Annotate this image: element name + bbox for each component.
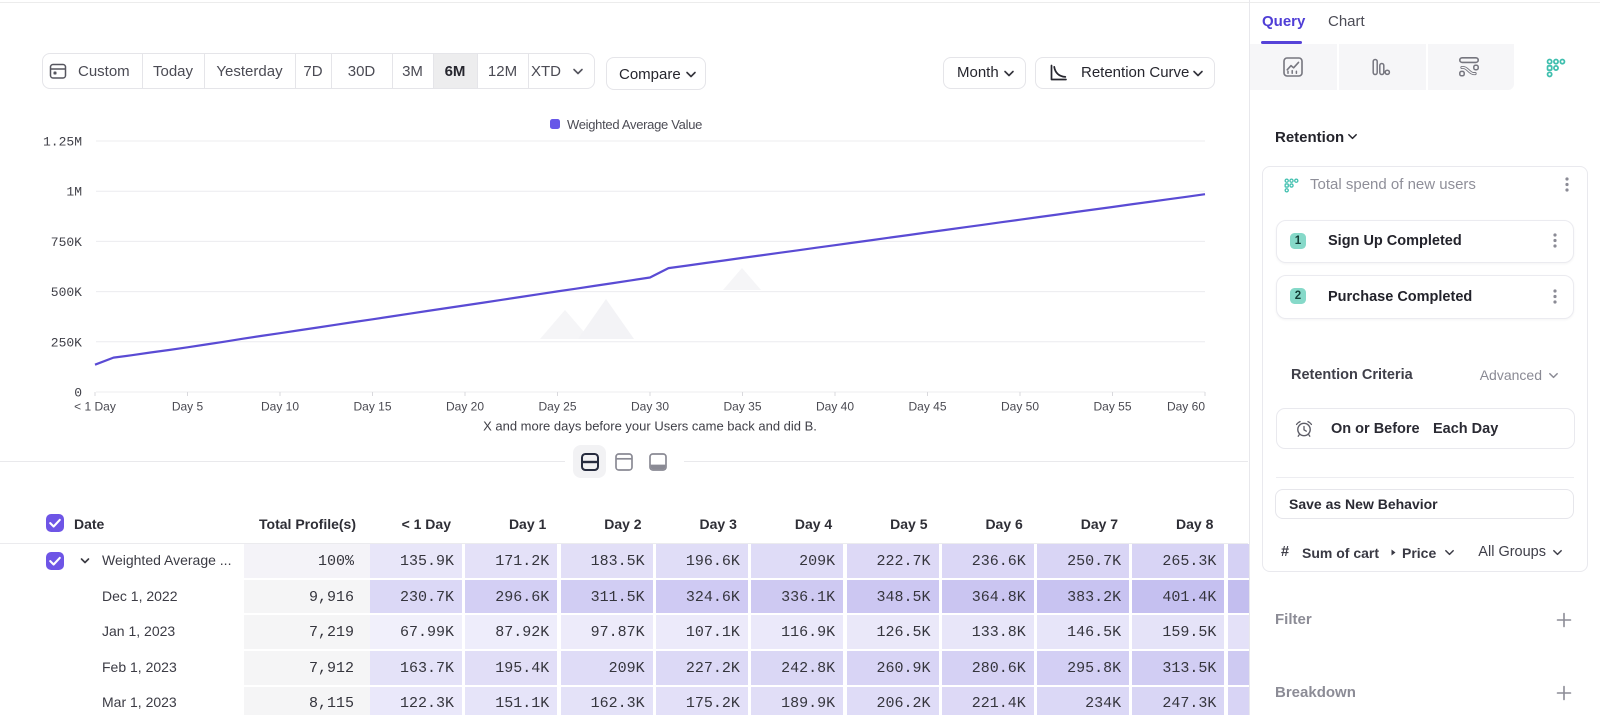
svg-text:Day 25: Day 25 [538, 400, 576, 414]
svg-text:750K: 750K [51, 235, 82, 250]
svg-text:1.25M: 1.25M [43, 135, 82, 150]
svg-text:Day 20: Day 20 [446, 400, 484, 414]
svg-text:Day 15: Day 15 [353, 400, 391, 414]
svg-text:Day 30: Day 30 [631, 400, 669, 414]
svg-text:0: 0 [74, 386, 82, 401]
svg-text:500K: 500K [51, 285, 82, 300]
svg-text:X and more days before your Us: X and more days before your Users came b… [483, 419, 817, 434]
svg-text:1M: 1M [66, 185, 82, 200]
svg-text:Day 55: Day 55 [1093, 400, 1131, 414]
svg-text:250K: 250K [51, 335, 82, 350]
svg-text:< 1 Day: < 1 Day [74, 400, 116, 414]
svg-text:Day 60: Day 60 [1167, 400, 1205, 414]
svg-text:Day 5: Day 5 [172, 400, 204, 414]
svg-text:Day 40: Day 40 [816, 400, 854, 414]
svg-text:Day 35: Day 35 [723, 400, 761, 414]
svg-text:Day 50: Day 50 [1001, 400, 1039, 414]
svg-text:Day 10: Day 10 [261, 400, 299, 414]
svg-text:Day 45: Day 45 [908, 400, 946, 414]
